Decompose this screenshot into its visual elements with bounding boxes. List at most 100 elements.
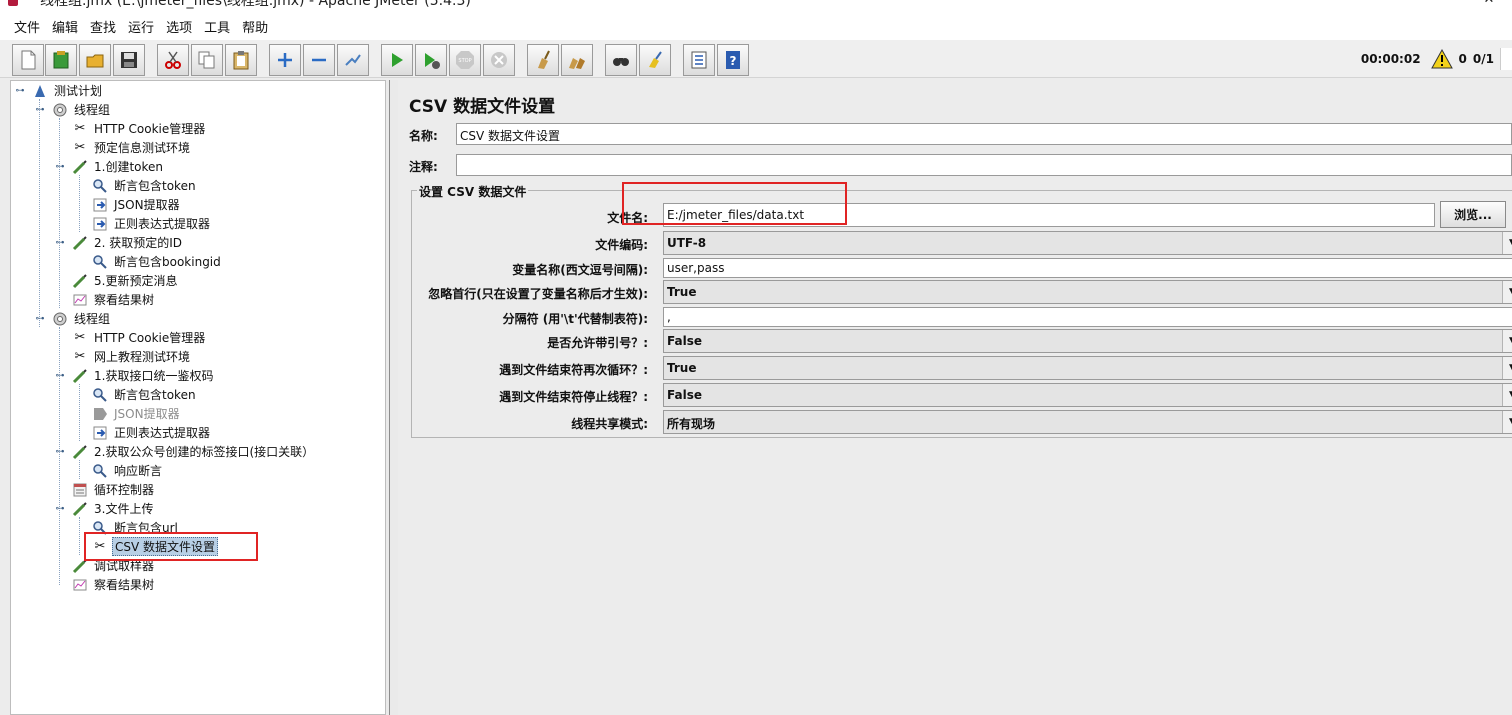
toggle-icon [345, 54, 361, 66]
tree-node-csv-data-set-selected[interactable]: ✂ CSV 数据文件设置 [91, 537, 219, 556]
browse-button[interactable]: 浏览... [1440, 201, 1506, 228]
chevron-down-icon[interactable]: ▼ [1502, 411, 1512, 433]
jmeter-app-icon [8, 0, 18, 6]
tree-node-sampler[interactable]: 1.创建token [71, 157, 165, 176]
menu-options[interactable]: 选项 [160, 17, 198, 36]
function-helper-button[interactable] [683, 44, 715, 76]
new-button[interactable] [12, 44, 44, 76]
tree-node-assertion[interactable]: 断言包含url [91, 518, 180, 537]
paste-button[interactable] [225, 44, 257, 76]
panel-splitter[interactable] [386, 80, 398, 715]
tree-node-test-plan[interactable]: 测试计划 [31, 81, 104, 100]
test-plan-tree[interactable]: ⊶ ⊶ ⊶ ⊶ ⊶ ⊶ ⊶ ⊶ 测试计划 线程组 ✂ HTTP Cookie管理… [10, 80, 386, 715]
collapse-all-button[interactable] [303, 44, 335, 76]
comment-field[interactable] [456, 154, 1512, 176]
chevron-down-icon[interactable]: ▼ [1502, 232, 1512, 254]
name-field[interactable]: CSV 数据文件设置 [456, 123, 1512, 145]
expand-all-button[interactable] [269, 44, 301, 76]
help-icon: ? [726, 51, 740, 69]
tree-node-extractor-disabled[interactable]: JSON提取器 [91, 404, 182, 423]
recycle-on-eof-select[interactable]: True ▼ [663, 356, 1512, 380]
expand-toggle[interactable]: ⊶ [55, 238, 65, 248]
sharing-mode-select[interactable]: 所有现场 ▼ [663, 410, 1512, 434]
toggle-button[interactable] [337, 44, 369, 76]
delimiter-label: 分隔符 (用'\t'代替制表符): [502, 312, 648, 326]
tree-node-cookie-manager[interactable]: ✂ HTTP Cookie管理器 [71, 328, 207, 347]
start-no-pause-button[interactable] [415, 44, 447, 76]
tree-node-sampler[interactable]: 5.更新预定消息 [71, 271, 179, 290]
cut-button[interactable] [157, 44, 189, 76]
ignore-first-line-label: 忽略首行(只在设置了变量名称后才生效): [428, 287, 648, 301]
tree-node-config[interactable]: ✂ 预定信息测试环境 [71, 138, 192, 157]
stop-button[interactable]: STOP [449, 44, 481, 76]
tree-node-extractor[interactable]: 正则表达式提取器 [91, 423, 212, 442]
tree-node-assertion[interactable]: 断言包含bookingid [91, 252, 223, 271]
expand-toggle[interactable]: ⊶ [15, 86, 25, 96]
save-button[interactable] [113, 44, 145, 76]
tree-node-sampler[interactable]: 1.获取接口统一鉴权码 [71, 366, 215, 385]
tree-node-thread-group[interactable]: 线程组 [51, 309, 112, 328]
chevron-down-icon[interactable]: ▼ [1502, 357, 1512, 379]
chevron-down-icon[interactable]: ▼ [1502, 281, 1512, 303]
menu-tools[interactable]: 工具 [198, 17, 236, 36]
expand-toggle[interactable]: ⊶ [35, 105, 45, 115]
templates-button[interactable] [45, 44, 77, 76]
chevron-down-icon[interactable]: ▼ [1502, 384, 1512, 406]
allow-quoted-value: False [667, 334, 702, 348]
expand-toggle[interactable]: ⊶ [35, 314, 45, 324]
tree-node-assertion[interactable]: 断言包含token [91, 176, 198, 195]
ignore-first-line-select[interactable]: True ▼ [663, 280, 1512, 304]
tree-node-loop-controller[interactable]: 循环控制器 [71, 480, 156, 499]
help-button[interactable]: ? [717, 44, 749, 76]
tree-node-sampler[interactable]: 3.文件上传 [71, 499, 155, 518]
search-button[interactable] [605, 44, 637, 76]
tree-node-debug-sampler[interactable]: 调试取样器 [71, 556, 156, 575]
shutdown-button[interactable] [483, 44, 515, 76]
tree-node-extractor[interactable]: JSON提取器 [91, 195, 182, 214]
clear-button[interactable] [527, 44, 559, 76]
tree-node-sampler[interactable]: 2.获取公众号创建的标签接口(接口关联） [71, 442, 316, 461]
expand-toggle[interactable]: ⊶ [55, 371, 65, 381]
clear-all-button[interactable] [561, 44, 593, 76]
tree-node-config[interactable]: ✂ 网上教程测试环境 [71, 347, 192, 366]
encoding-select[interactable]: UTF-8 ▼ [663, 231, 1512, 255]
tree-node-assertion[interactable]: 响应断言 [91, 461, 164, 480]
filename-input[interactable]: E:/jmeter_files/data.txt [663, 203, 1435, 227]
chevron-down-icon[interactable]: ▼ [1502, 330, 1512, 352]
warning-count: 0 [1458, 52, 1467, 66]
expand-toggle[interactable]: ⊶ [55, 162, 65, 172]
menu-search[interactable]: 查找 [84, 17, 122, 36]
tree-node-assertion[interactable]: 断言包含token [91, 385, 198, 404]
copy-button[interactable] [191, 44, 223, 76]
tree-node-extractor[interactable]: 正则表达式提取器 [91, 214, 212, 233]
assertion-icon [91, 462, 109, 480]
stop-on-eof-select[interactable]: False ▼ [663, 383, 1512, 407]
tree-node-listener[interactable]: 察看结果树 [71, 290, 156, 309]
close-button[interactable]: ✕ [1466, 0, 1512, 12]
warning-icon[interactable] [1430, 49, 1453, 69]
tree-node-sampler[interactable]: 2. 获取预定的ID [71, 233, 184, 252]
delimiter-input[interactable]: , [663, 307, 1512, 327]
sampler-icon [71, 557, 89, 575]
menu-file[interactable]: 文件 [8, 17, 46, 36]
allow-quoted-select[interactable]: False ▼ [663, 329, 1512, 353]
menu-help[interactable]: 帮助 [236, 17, 274, 36]
variable-names-input[interactable]: user,pass [663, 258, 1512, 278]
config-tools-icon: ✂ [74, 121, 86, 136]
menu-edit[interactable]: 编辑 [46, 17, 84, 36]
expand-toggle[interactable]: ⊶ [55, 504, 65, 514]
tree-node-thread-group[interactable]: 线程组 [51, 100, 112, 119]
assertion-icon [91, 386, 109, 404]
open-button[interactable] [79, 44, 111, 76]
reset-search-button[interactable] [639, 44, 671, 76]
tree-node-listener[interactable]: 察看结果树 [71, 575, 156, 594]
start-button[interactable] [381, 44, 413, 76]
expand-icon [278, 53, 292, 67]
tree-node-cookie-manager[interactable]: ✂ HTTP Cookie管理器 [71, 119, 207, 138]
clear-all-icon [569, 58, 585, 69]
elapsed-time: 00:00:02 [1360, 52, 1421, 66]
menu-run[interactable]: 运行 [122, 17, 160, 36]
minimize-button[interactable]: — [1420, 0, 1466, 12]
sampler-icon [71, 272, 89, 290]
expand-toggle[interactable]: ⊶ [55, 447, 65, 457]
